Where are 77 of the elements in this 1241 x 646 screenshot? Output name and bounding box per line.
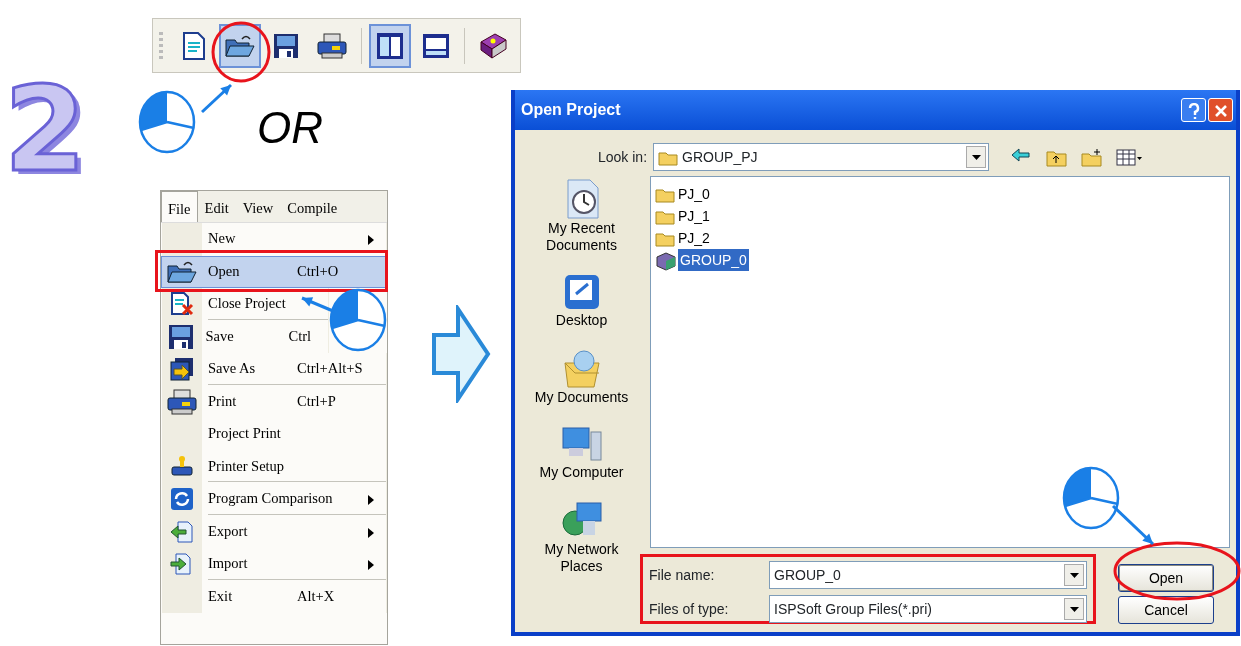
submenu-arrow-icon	[368, 527, 374, 538]
menu-item[interactable]: Project Print	[161, 418, 387, 451]
printer-settings-icon	[170, 454, 194, 479]
menu-item[interactable]: Import	[161, 548, 387, 581]
import-arrow-icon	[170, 552, 194, 577]
right-arrow-icon	[430, 305, 492, 403]
folder-icon	[225, 33, 256, 58]
help-book-icon	[477, 31, 508, 60]
or-text: OR	[257, 106, 323, 150]
dropdown-arrow-icon	[971, 154, 981, 160]
dropdown-arrow-icon	[1069, 606, 1079, 612]
view-menu-icon	[1116, 147, 1144, 168]
submenu-arrow-icon	[368, 495, 374, 506]
file-type-label: Files of type:	[649, 599, 730, 619]
highlight-ellipse	[211, 21, 271, 83]
folder-entry[interactable]: PJ_2	[655, 227, 712, 249]
menu-item[interactable]: Close Project	[161, 288, 329, 321]
close-button[interactable]	[1208, 98, 1233, 122]
file-name-field[interactable]: GROUP_0	[769, 561, 1087, 589]
menu-item[interactable]: Print Ctrl+P	[161, 385, 387, 418]
place-shortcut[interactable]: My Documents	[526, 347, 637, 406]
folder-icon	[658, 149, 679, 166]
window-title: Open Project	[521, 100, 622, 120]
toolbar-button[interactable]	[368, 23, 411, 68]
menu-item[interactable]: New	[161, 223, 387, 256]
look-in-dropdown[interactable]: GROUP_PJ	[653, 143, 990, 171]
place-shortcut[interactable]: Desktop	[526, 272, 637, 329]
window-icon	[421, 32, 450, 59]
menu-bar-item[interactable]: File	[161, 191, 198, 222]
menu-item[interactable]: Save Ctrl	[161, 320, 329, 353]
place-shortcut[interactable]: My Network Places	[536, 499, 627, 575]
dialog-button[interactable]: Cancel	[1118, 596, 1214, 624]
folder-icon	[655, 209, 675, 226]
folder-entry[interactable]: PJ_0	[655, 183, 712, 205]
menu-item[interactable]: Printer Setup	[161, 450, 387, 483]
look-in-label: Look in:	[598, 147, 648, 167]
folder-icon	[167, 259, 197, 284]
menu-item[interactable]: Program Comparison	[161, 483, 387, 516]
save-as-icon	[170, 357, 194, 382]
folder-icon	[655, 231, 675, 248]
computer-icon	[560, 424, 603, 464]
menu-item[interactable]: Export	[161, 515, 387, 548]
menu-item[interactable]: Save As Ctrl+Alt+S	[161, 353, 387, 386]
folder-icon	[655, 187, 675, 204]
box-icon	[655, 251, 677, 272]
menu-item[interactable]: Open Ctrl+O	[161, 255, 387, 288]
toolbar-grip	[159, 31, 163, 60]
file-name-label: File name:	[649, 565, 716, 585]
step-pie-icon	[138, 90, 196, 154]
compare-icon	[170, 487, 194, 512]
split-window-icon	[375, 31, 404, 60]
menu-bar-item[interactable]: Compile	[280, 191, 345, 222]
step-number: 2	[4, 70, 87, 188]
step-pie-icon	[1062, 466, 1120, 530]
folder-globe-icon	[561, 347, 602, 389]
submenu-arrow-icon	[368, 560, 374, 571]
dialog-button[interactable]: Open	[1118, 564, 1214, 592]
submenu-arrow-icon	[368, 235, 374, 246]
folder-entry[interactable]: PJ_1	[655, 205, 712, 227]
pointer-arrow	[199, 82, 234, 115]
menu-item[interactable]: Exit Alt+X	[161, 580, 387, 613]
pointer-arrow	[1110, 503, 1156, 547]
printer-icon	[167, 388, 197, 415]
place-shortcut[interactable]: My Computer	[526, 424, 637, 481]
help-icon	[1187, 102, 1200, 119]
menu-bar-item[interactable]: View	[235, 191, 281, 222]
place-shortcut[interactable]: My Recent Documents	[536, 178, 627, 254]
help-button[interactable]	[1181, 98, 1206, 122]
menu-bar-item[interactable]: Edit	[197, 191, 236, 222]
document-delete-icon	[170, 292, 194, 317]
close-icon	[1213, 103, 1228, 118]
toolbar-button[interactable]	[219, 23, 262, 68]
printer-icon	[317, 32, 348, 59]
file-type-field[interactable]: ISPSoft Group Files(*.pri)	[769, 595, 1087, 623]
export-arrow-icon	[170, 519, 194, 544]
dropdown-arrow-icon	[1069, 572, 1079, 578]
document-icon	[181, 31, 206, 60]
